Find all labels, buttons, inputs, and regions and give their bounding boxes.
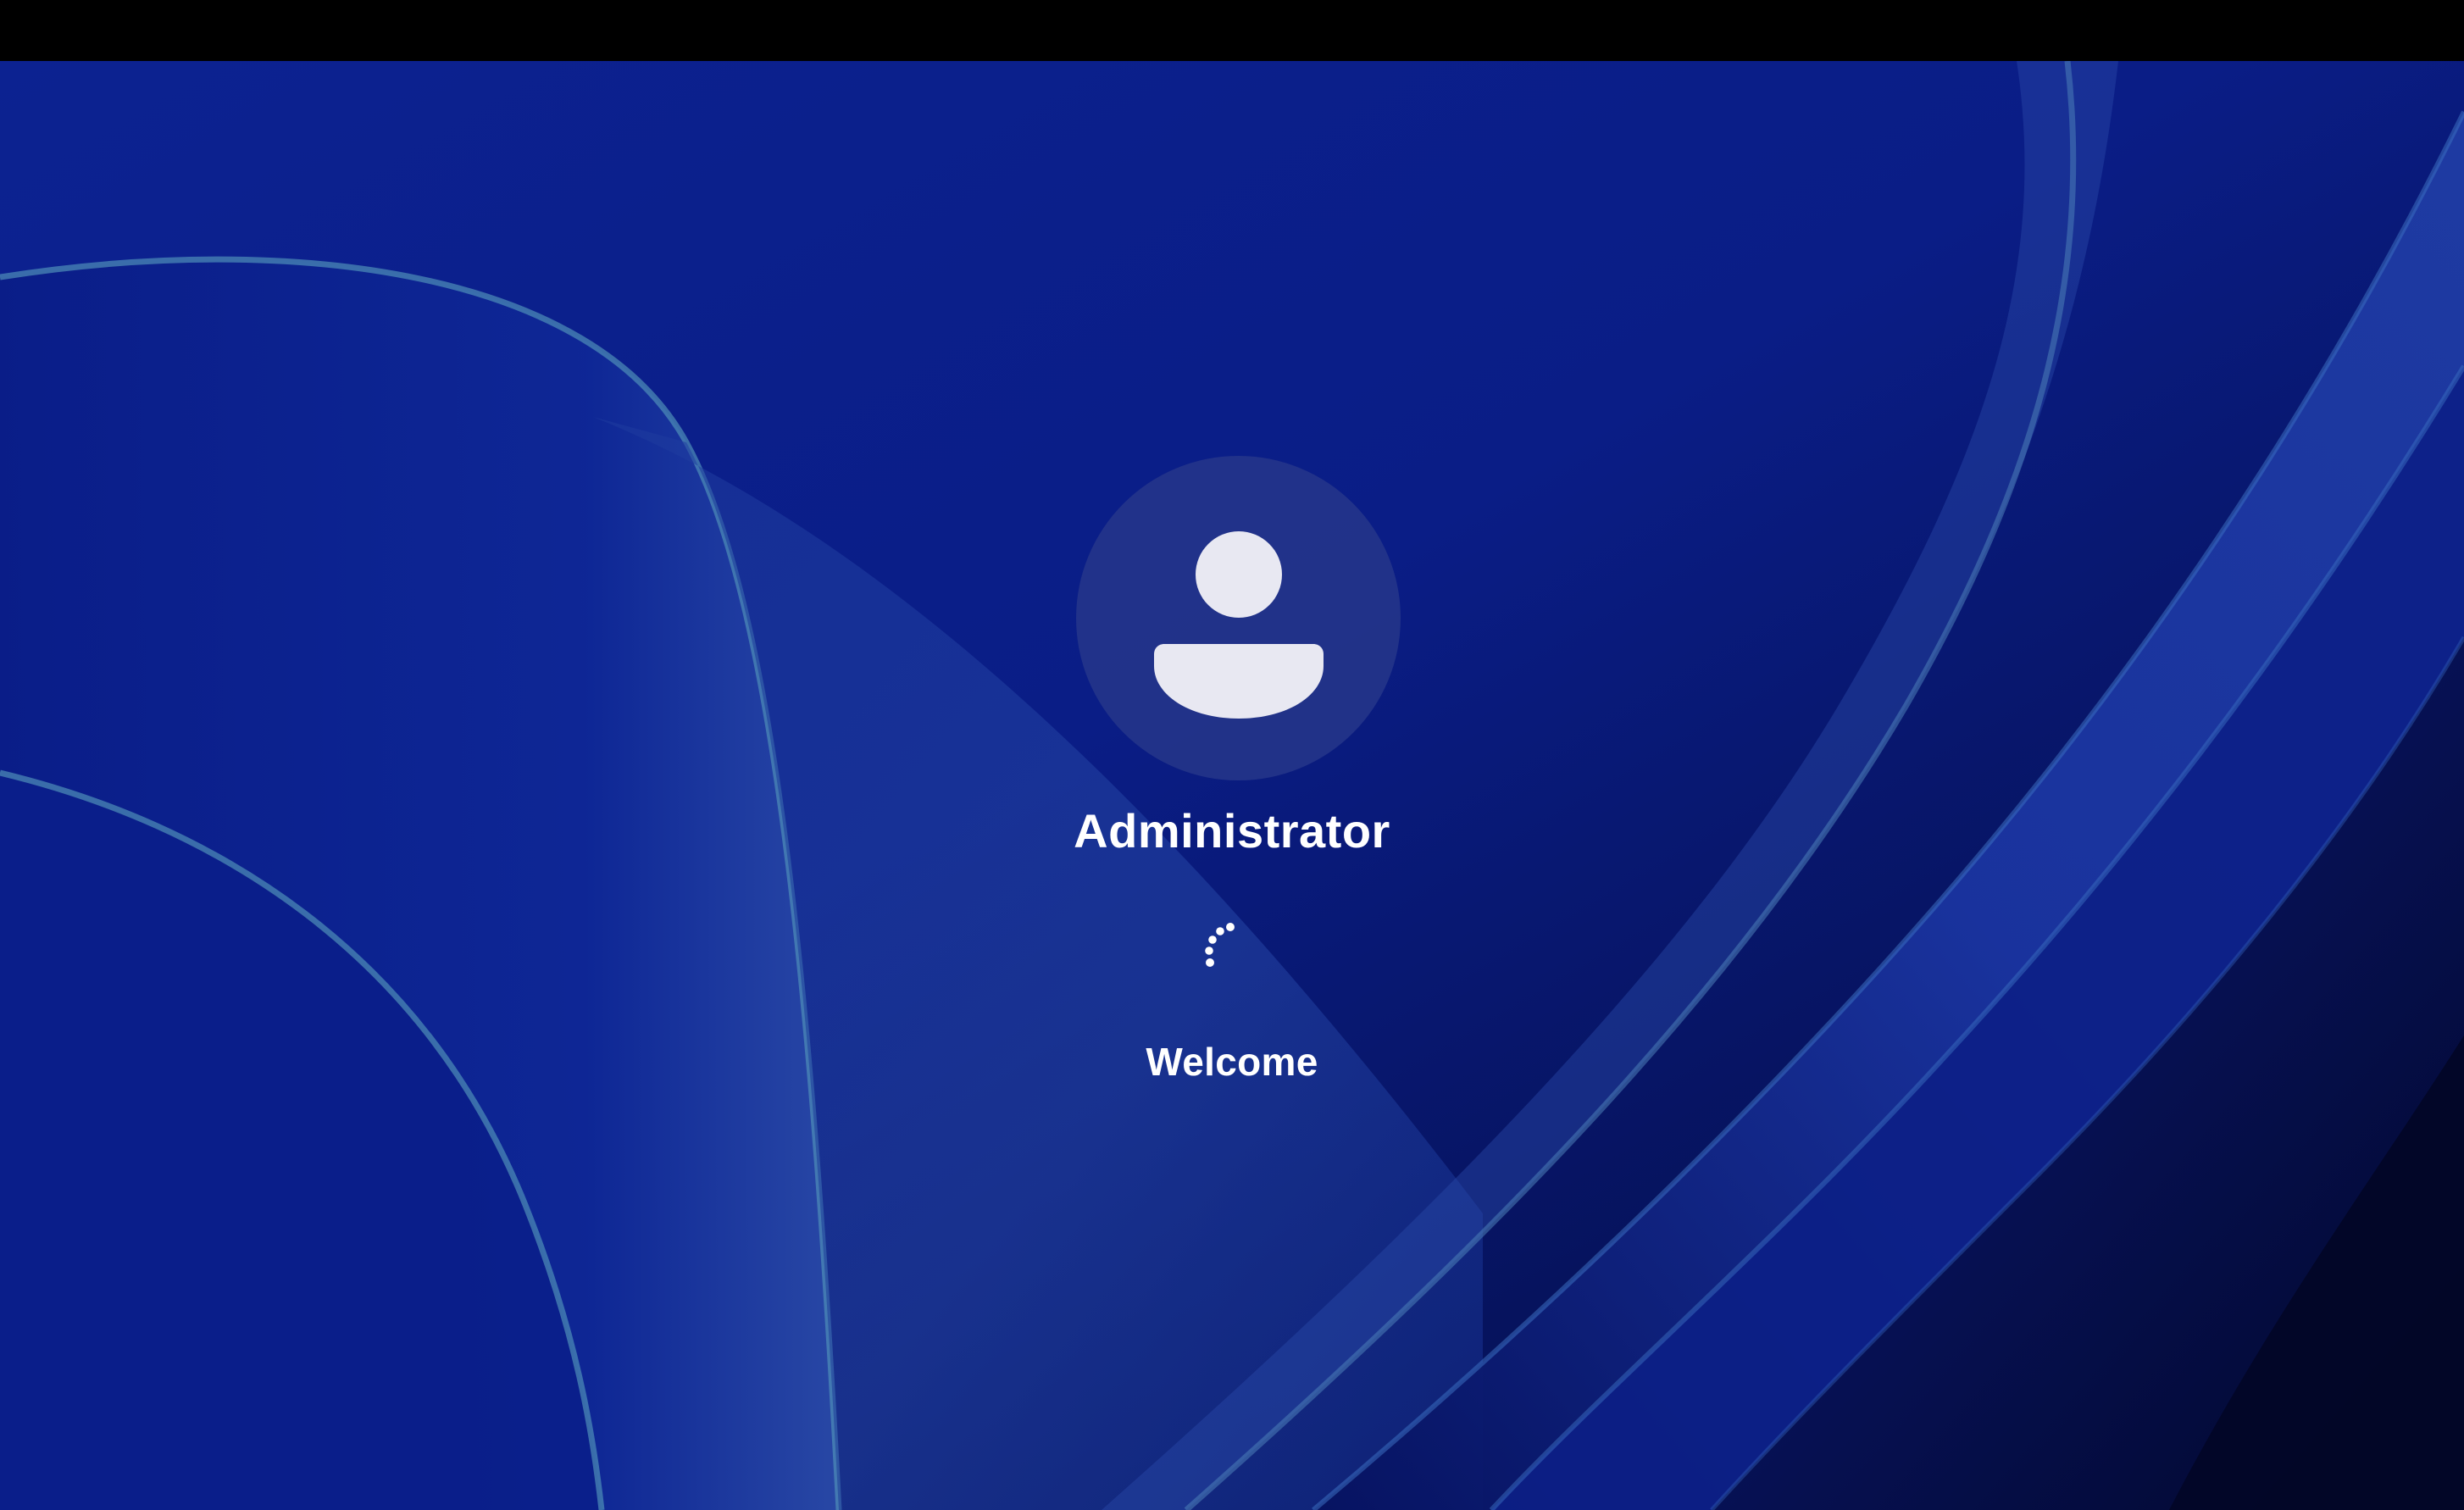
lock-screen: Administrator Welcome (0, 0, 2464, 1510)
wallpaper-bloom-graphic (0, 61, 2464, 1510)
person-icon (1154, 531, 1324, 719)
loading-spinner-icon (1205, 923, 1235, 967)
top-black-bar (0, 0, 2464, 61)
status-text: Welcome (1146, 1040, 1318, 1084)
user-name: Administrator (1074, 804, 1390, 858)
user-avatar (1076, 456, 1401, 780)
wallpaper-background (0, 61, 2464, 1510)
